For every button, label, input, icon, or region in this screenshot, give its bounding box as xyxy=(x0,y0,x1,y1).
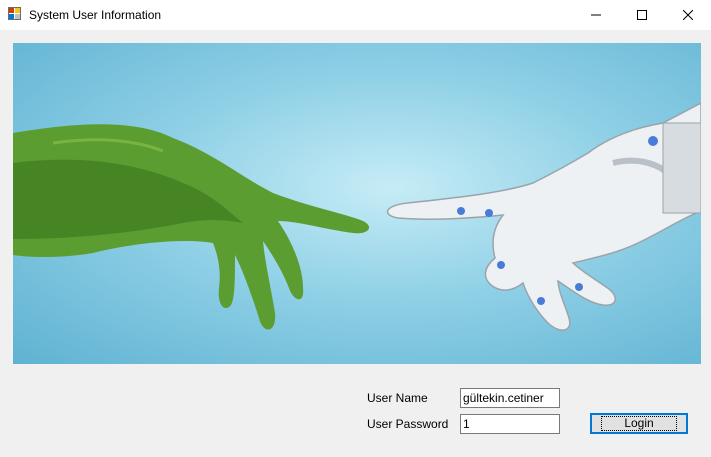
close-button[interactable] xyxy=(665,0,711,30)
picture-box xyxy=(13,43,701,364)
username-label: User Name xyxy=(367,391,428,405)
login-button[interactable]: Login xyxy=(590,413,688,434)
minimize-icon xyxy=(591,14,601,16)
maximize-button[interactable] xyxy=(619,0,665,30)
minimize-button[interactable] xyxy=(573,0,619,30)
login-button-label: Login xyxy=(601,416,677,431)
close-icon xyxy=(683,10,693,20)
grass-hand xyxy=(13,124,370,330)
password-input[interactable] xyxy=(460,414,560,434)
password-label: User Password xyxy=(367,417,449,431)
robot-hand xyxy=(386,102,701,331)
username-input[interactable] xyxy=(460,388,560,408)
app-icon xyxy=(8,7,21,20)
window-title: System User Information xyxy=(29,8,162,22)
maximize-icon xyxy=(637,10,647,20)
hands-image xyxy=(13,102,701,331)
title-bar[interactable]: System User Information xyxy=(0,0,711,30)
